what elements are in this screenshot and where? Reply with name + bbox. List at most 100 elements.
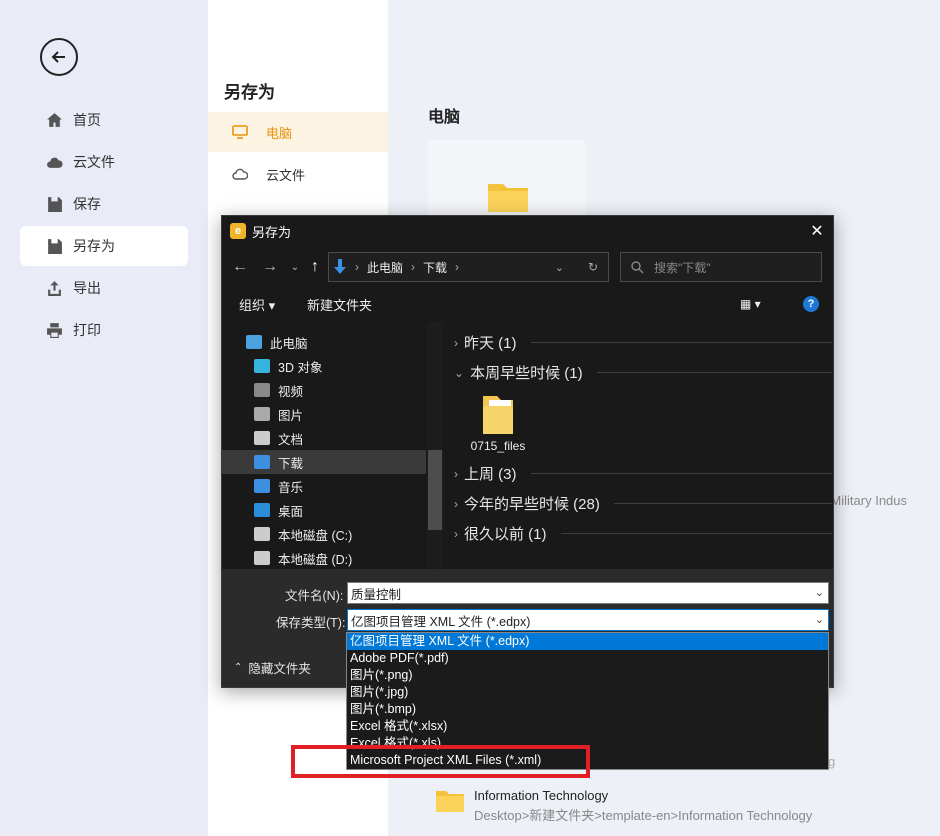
chevron-up-icon: ⌃: [234, 662, 243, 673]
divider: [530, 342, 832, 343]
file-item[interactable]: 0715_files: [470, 392, 526, 453]
chevron-right-icon: ›: [454, 496, 458, 511]
cloud-icon: [47, 157, 63, 168]
tree-item-music[interactable]: 音乐: [222, 474, 426, 498]
folder-icon: [488, 184, 528, 212]
save-as-dialog: e 另存为 ✕ ← → ⌄ ↑ › 此电脑 › 下载 › ⌄ ↻ 搜索"下载" …: [221, 215, 834, 688]
sidebar-item-home[interactable]: 首页: [20, 100, 188, 140]
chevron-down-icon: ⌄: [454, 365, 465, 380]
filetype-option-jpg[interactable]: 图片(*.jpg): [347, 684, 828, 701]
group-label: 今年的早些时候 (28): [464, 496, 600, 513]
divider: [613, 503, 832, 504]
tree-item-label: 图片: [278, 408, 304, 423]
filename-value: 质量控制: [351, 587, 402, 602]
breadcrumb-item-downloads[interactable]: 下载: [423, 259, 447, 276]
location-item-computer[interactable]: 电脑: [208, 112, 388, 152]
breadcrumb-separator: ›: [411, 260, 416, 274]
back-arrow-icon[interactable]: ←: [230, 257, 250, 277]
location-item-label: 云文件: [266, 167, 306, 183]
sidebar-item-label: 保存: [73, 196, 101, 212]
chevron-down-icon[interactable]: ⌄: [555, 261, 564, 274]
group-header-long-ago[interactable]: › 很久以前 (1): [454, 523, 832, 544]
tree-item-downloads[interactable]: 下载: [222, 450, 426, 474]
up-arrow-icon[interactable]: ↑: [305, 257, 325, 277]
filetype-option-edpx[interactable]: 亿图项目管理 XML 文件 (*.edpx): [347, 633, 828, 650]
app-logo-icon: e: [230, 223, 246, 239]
tree-scrollbar-thumb[interactable]: [428, 450, 442, 530]
address-bar[interactable]: › 此电脑 › 下载 › ⌄ ↻: [328, 252, 609, 282]
browse-folder-card[interactable]: [428, 140, 586, 220]
group-header-earlier-this-year[interactable]: › 今年的早些时候 (28): [454, 493, 832, 514]
divider: [560, 533, 832, 534]
tree-item-videos[interactable]: 视频: [222, 378, 426, 402]
tree-item-label: 下载: [278, 456, 304, 471]
sidebar-item-cloud[interactable]: 云文件: [20, 142, 188, 182]
tree-item-this-pc[interactable]: 此电脑: [222, 330, 426, 354]
refresh-icon[interactable]: ↻: [588, 260, 598, 274]
search-placeholder: 搜索"下载": [654, 260, 711, 275]
search-input[interactable]: 搜索"下载": [620, 252, 822, 282]
new-folder-button[interactable]: 新建文件夹: [307, 295, 372, 314]
filetype-label: 保存类型(T):: [276, 616, 346, 630]
sidebar-item-export[interactable]: 导出: [20, 268, 188, 308]
recent-folder-name: Information Technology: [474, 788, 609, 803]
view-options-icon[interactable]: ▦ ▾: [740, 297, 761, 311]
tree-item-drive-d[interactable]: 本地磁盘 (D:): [222, 546, 426, 570]
dialog-titlebar: e 另存为: [222, 216, 833, 246]
help-icon[interactable]: ?: [803, 296, 819, 312]
sidebar-item-save[interactable]: 保存: [20, 184, 188, 224]
picture-icon: [254, 407, 270, 421]
close-button[interactable]: ✕: [807, 221, 827, 241]
recent-locations-chevron-icon[interactable]: ⌄: [285, 257, 305, 277]
chevron-right-icon: ›: [454, 335, 458, 350]
chevron-down-icon[interactable]: ⌄: [815, 613, 824, 626]
recent-folder-path: Desktop>新建文件夹>template-en>Information Te…: [474, 808, 813, 823]
filetype-option-pdf[interactable]: Adobe PDF(*.pdf): [347, 650, 828, 667]
group-label: 本周早些时候 (1): [470, 365, 583, 382]
save-as-icon: [48, 238, 62, 254]
filetype-option-xlsx[interactable]: Excel 格式(*.xlsx): [347, 718, 828, 735]
tree-item-pictures[interactable]: 图片: [222, 402, 426, 426]
filetype-select[interactable]: 亿图项目管理 XML 文件 (*.edpx) ⌄: [347, 609, 829, 631]
tree-item-3d-objects[interactable]: 3D 对象: [222, 354, 426, 378]
hide-folders-button[interactable]: ⌃ 隐藏文件夹: [234, 658, 311, 677]
tree-item-label: 视频: [278, 384, 304, 399]
back-button[interactable]: [40, 38, 78, 76]
sidebar-item-save-as[interactable]: 另存为: [20, 226, 188, 266]
dialog-title: 另存为: [252, 224, 292, 240]
arrow-left-icon: [51, 51, 65, 63]
divider: [596, 372, 832, 373]
group-header-yesterday[interactable]: › 昨天 (1): [454, 332, 832, 353]
tree-item-desktop[interactable]: 桌面: [222, 498, 426, 522]
group-header-earlier-this-week[interactable]: ⌄ 本周早些时候 (1): [454, 362, 832, 383]
chevron-down-icon[interactable]: ⌄: [815, 586, 824, 599]
file-list: › 昨天 (1) ⌄ 本周早些时候 (1) 0715_files › 上周 (3…: [446, 322, 833, 569]
organize-button[interactable]: 组织 ▾: [239, 295, 275, 314]
breadcrumb-item-pc[interactable]: 此电脑: [367, 259, 403, 276]
filetype-option-png[interactable]: 图片(*.png): [347, 667, 828, 684]
filetype-option-bmp[interactable]: 图片(*.bmp): [347, 701, 828, 718]
group-header-last-week[interactable]: › 上周 (3): [454, 463, 832, 484]
search-icon: [631, 260, 644, 273]
tree-item-drive-c[interactable]: 本地磁盘 (C:): [222, 522, 426, 546]
tree-scrollbar[interactable]: [427, 322, 443, 569]
location-item-cloud[interactable]: 云文件: [208, 154, 388, 194]
tree-item-documents[interactable]: 文档: [222, 426, 426, 450]
location-item-label: 电脑: [266, 125, 293, 141]
save-icon: [48, 196, 62, 212]
recent-path-partial-2: g: [828, 754, 836, 769]
music-icon: [254, 479, 270, 493]
print-icon: [47, 322, 62, 338]
folder-tree: 此电脑 3D 对象 视频 图片 文档 下载 音乐 桌面 本地磁盘 (C:) 本地…: [222, 322, 443, 569]
sidebar-item-print[interactable]: 打印: [20, 310, 188, 350]
dialog-toolbar: 组织 ▾ 新建文件夹 ▦ ▾ ?: [222, 288, 833, 320]
filename-field[interactable]: 质量控制 ⌄: [347, 582, 829, 604]
tree-item-label: 桌面: [278, 504, 304, 519]
cube-icon: [254, 359, 270, 373]
app-sidebar: 首页 云文件 保存 另存为 导出 打印: [0, 0, 208, 836]
group-label: 上周 (3): [464, 466, 517, 483]
video-icon: [254, 383, 270, 397]
recent-folder-item[interactable]: Information Technology Desktop>新建文件夹>tem…: [436, 788, 812, 824]
forward-arrow-icon[interactable]: →: [260, 257, 280, 277]
group-label: 很久以前 (1): [464, 526, 547, 543]
